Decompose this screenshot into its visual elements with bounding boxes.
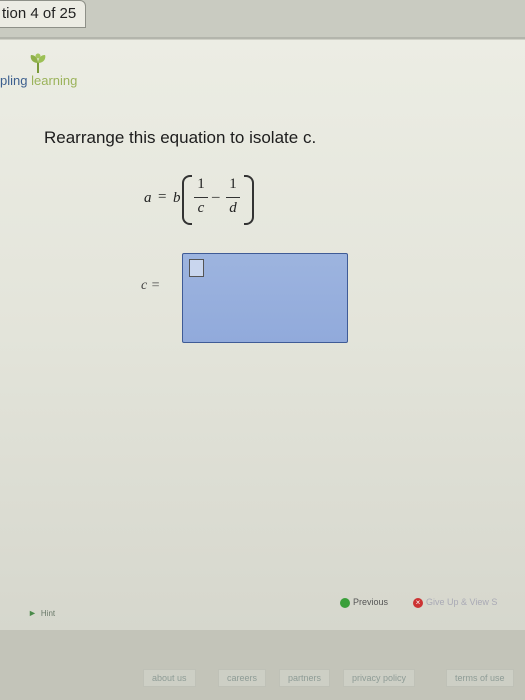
right-paren bbox=[244, 175, 254, 225]
question-tab[interactable]: tion 4 of 25 bbox=[0, 0, 86, 28]
fraction-1-denominator: c bbox=[197, 200, 205, 216]
give-up-label: Give Up & View S bbox=[426, 597, 498, 607]
fraction-2-numerator: 1 bbox=[229, 176, 237, 192]
footer-link-about[interactable]: about us bbox=[143, 669, 196, 687]
equation-coefficient: b bbox=[173, 190, 181, 206]
logo-part-1: pling bbox=[0, 73, 28, 88]
give-up-button[interactable]: × Give Up & View S bbox=[413, 597, 497, 608]
hint-arrow-icon: ► bbox=[28, 608, 37, 618]
footer-link-careers[interactable]: careers bbox=[218, 669, 267, 687]
divider bbox=[0, 37, 525, 39]
footer-link-partners[interactable]: partners bbox=[279, 669, 331, 687]
fraction-1-bar bbox=[194, 197, 208, 198]
logo-text: pling learning bbox=[0, 73, 77, 88]
fraction-2-denominator: d bbox=[229, 200, 237, 216]
logo-part-2: learning bbox=[31, 73, 78, 88]
fraction-1: 1 c bbox=[194, 176, 208, 217]
question-prompt: Rearrange this equation to isolate c. bbox=[44, 128, 317, 147]
previous-icon bbox=[340, 597, 350, 608]
fraction-2: 1 d bbox=[226, 176, 240, 217]
equation-equals: = bbox=[158, 189, 167, 205]
leaf-logo-icon bbox=[30, 53, 46, 73]
equation-lhs: a bbox=[144, 190, 152, 206]
footer: about us careers partners privacy policy… bbox=[0, 630, 525, 700]
previous-button[interactable]: Previous bbox=[340, 597, 388, 608]
hint-toggle[interactable]: ► Hint bbox=[28, 608, 55, 618]
equation: a = b 1 c – 1 d bbox=[140, 172, 260, 228]
left-paren bbox=[182, 175, 192, 225]
equation-minus: – bbox=[212, 189, 220, 205]
give-up-icon: × bbox=[413, 597, 423, 608]
answer-label: c = bbox=[141, 278, 161, 293]
answer-input[interactable] bbox=[182, 253, 348, 343]
answer-placeholder-slot[interactable] bbox=[189, 259, 204, 277]
fraction-1-numerator: 1 bbox=[197, 176, 205, 192]
footer-link-privacy[interactable]: privacy policy bbox=[343, 669, 416, 687]
footer-link-terms[interactable]: terms of use bbox=[446, 669, 514, 687]
previous-label: Previous bbox=[353, 597, 389, 607]
fraction-2-bar bbox=[226, 197, 240, 198]
hint-label: Hint bbox=[40, 609, 56, 618]
